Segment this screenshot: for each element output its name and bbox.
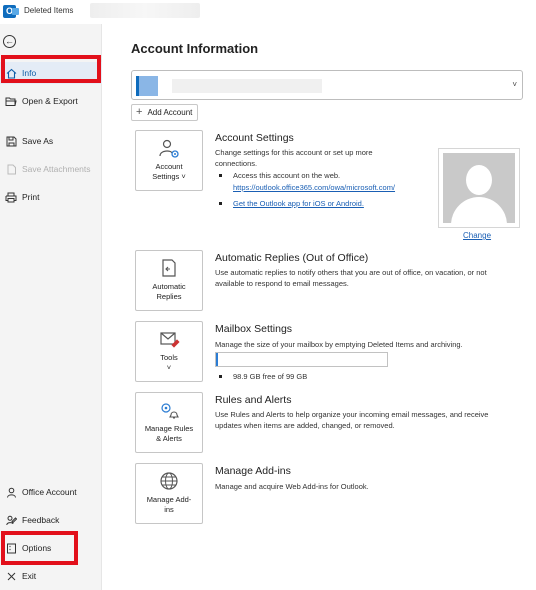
avatar-head-shape <box>466 165 492 195</box>
automatic-replies-title: Automatic Replies (Out of Office) <box>215 252 369 264</box>
tile-label: Manage Add- ins <box>146 495 192 514</box>
save-as-icon <box>5 135 17 147</box>
account-icon-blurred <box>136 76 158 96</box>
profile-picture <box>438 148 520 228</box>
sidebar-item-save-attachments: Save Attachments <box>0 158 102 180</box>
avatar-body-shape <box>451 197 507 223</box>
manage-rules-alerts-button[interactable]: Manage Rules & Alerts <box>135 392 203 453</box>
automatic-replies-icon <box>162 259 176 277</box>
account-settings-description: Change settings for this account or set … <box>215 148 373 168</box>
sidebar-item-office-account[interactable]: Office Account <box>0 481 102 503</box>
sidebar-item-label: Print <box>22 192 40 202</box>
backstage-sidebar: ← Info Open & Export Save As Save Attach… <box>0 24 102 590</box>
mailbox-tools-icon <box>160 332 180 348</box>
bullet-text: Access this account on the web. https://… <box>233 171 396 194</box>
rules-alerts-icon <box>161 403 179 419</box>
get-outlook-app-link[interactable]: Get the Outlook app for iOS or Android. <box>233 198 364 210</box>
manage-addins-description: Manage and acquire Web Add-ins for Outlo… <box>215 482 369 491</box>
account-name-blurred <box>172 79 322 93</box>
page-title: Account Information <box>131 41 259 56</box>
add-account-label: Add Account <box>147 108 193 117</box>
bullet-item: 98.9 GB free of 99 GB <box>219 371 307 383</box>
outlook-app-icon: O <box>3 5 19 18</box>
bullet-dot <box>219 202 222 205</box>
account-settings-icon <box>159 139 179 158</box>
storage-text: 98.9 GB free of 99 GB <box>233 372 308 381</box>
avatar <box>443 153 515 223</box>
globe-icon <box>160 472 178 490</box>
sidebar-item-label: Office Account <box>22 487 77 497</box>
sidebar-item-label: Exit <box>22 571 37 581</box>
tile-label: Tools ˅ <box>160 353 178 372</box>
sidebar-item-label: Save Attachments <box>22 164 91 174</box>
chevron-down-icon: ˅ <box>512 80 517 89</box>
account-info-panel: Account Information ˅ + Add Account Acco… <box>103 24 536 590</box>
manage-addins-title: Manage Add-ins <box>215 465 291 477</box>
plus-icon: + <box>136 106 143 118</box>
highlight-info <box>1 55 101 83</box>
printer-icon <box>5 191 17 203</box>
tools-button[interactable]: Tools ˅ <box>135 321 203 382</box>
bullet-item: Access this account on the web. https://… <box>219 170 395 194</box>
account-dropdown[interactable]: ˅ <box>131 70 523 100</box>
sidebar-item-feedback[interactable]: Feedback <box>0 509 102 531</box>
title-bar: O Deleted Items <box>0 0 536 24</box>
close-icon <box>5 570 17 582</box>
person-icon <box>5 486 17 498</box>
automatic-replies-button[interactable]: Automatic Replies <box>135 250 203 311</box>
automatic-replies-description: Use automatic replies to notify others t… <box>215 268 487 288</box>
highlight-options <box>1 531 78 565</box>
sidebar-item-save-as[interactable]: Save As <box>0 130 102 152</box>
manage-addins-button[interactable]: Manage Add- ins <box>135 463 203 524</box>
window-title: Deleted Items <box>24 6 74 15</box>
mailbox-settings-title: Mailbox Settings <box>215 323 293 335</box>
folder-open-icon <box>5 95 17 107</box>
owa-link[interactable]: https://outlook.office365.com/owa/micros… <box>233 182 395 194</box>
tile-label: Account Settings ˅ <box>152 162 186 181</box>
bullet-item: Get the Outlook app for iOS or Android. <box>219 198 364 210</box>
sidebar-item-exit[interactable]: Exit <box>0 565 102 587</box>
sidebar-item-label: Feedback <box>22 515 60 525</box>
change-photo-link[interactable]: Change <box>463 231 491 240</box>
sidebar-item-label: Save As <box>22 136 54 146</box>
mailbox-usage-bar <box>215 352 388 367</box>
mailbox-usage-fill <box>216 353 218 366</box>
bullet-dot <box>219 174 222 177</box>
back-arrow-icon[interactable]: ← <box>3 35 16 48</box>
tile-label: Manage Rules & Alerts <box>144 424 194 443</box>
sidebar-item-label: Open & Export <box>22 96 78 106</box>
feedback-icon <box>5 514 17 526</box>
bullet-dot <box>219 375 222 378</box>
account-settings-button[interactable]: Account Settings ˅ <box>135 130 203 191</box>
sidebar-item-open-export[interactable]: Open & Export <box>0 90 102 112</box>
mailbox-settings-description: Manage the size of your mailbox by empty… <box>215 340 463 349</box>
account-settings-title: Account Settings <box>215 132 294 144</box>
rules-alerts-description: Use Rules and Alerts to help organize yo… <box>215 410 489 430</box>
add-account-button[interactable]: + Add Account <box>131 104 199 121</box>
sidebar-item-print[interactable]: Print <box>0 186 102 208</box>
attachment-save-icon <box>5 163 17 175</box>
blurred-title-area <box>90 3 200 18</box>
tile-label: Automatic Replies <box>152 282 186 301</box>
rules-alerts-title: Rules and Alerts <box>215 394 292 406</box>
